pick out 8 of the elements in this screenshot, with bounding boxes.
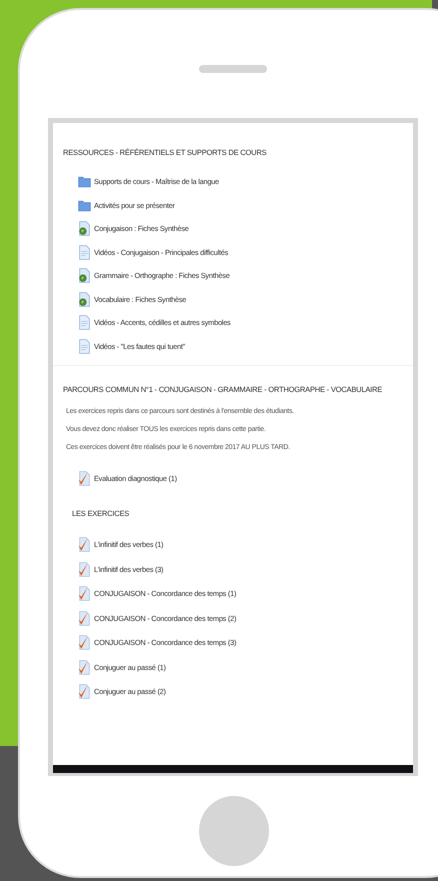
document-icon (78, 338, 91, 354)
folder-icon (78, 174, 91, 189)
document-icon (78, 315, 91, 330)
document-icon (78, 244, 91, 260)
globe-document-icon (78, 292, 91, 306)
globe-document-icon (78, 268, 91, 283)
speaker-slot (199, 65, 267, 73)
globe-document-icon (78, 221, 91, 236)
